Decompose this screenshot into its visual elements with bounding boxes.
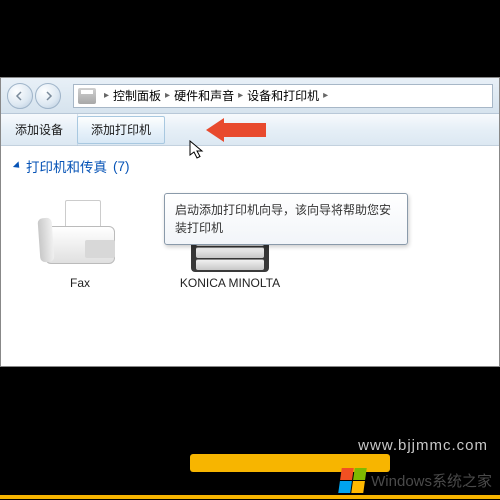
arrow-left-icon <box>14 90 26 102</box>
toolbar: 添加设备 添加打印机 <box>1 114 499 146</box>
windows-flag-icon <box>338 468 367 493</box>
breadcrumb[interactable]: ▸ 控制面板 ▸ 硬件和声音 ▸ 设备和打印机 ▸ <box>73 84 493 108</box>
forward-button[interactable] <box>35 83 61 109</box>
device-label: KONICA MINOLTA <box>175 276 285 290</box>
cursor-icon <box>189 140 207 165</box>
tooltip: 启动添加打印机向导，该向导将帮助您安装打印机 <box>164 193 408 245</box>
back-button[interactable] <box>7 83 33 109</box>
watermark-url: www.bjjmmc.com <box>358 437 488 454</box>
section-title[interactable]: 打印机和传真 (7) <box>15 156 485 176</box>
chevron-right-icon: ▸ <box>323 90 328 101</box>
watermark-logo: Windows系统之家 <box>340 468 492 493</box>
watermark-brand: Windows系统之家 <box>371 470 492 491</box>
nav-buttons <box>1 83 67 109</box>
printer-path-icon <box>78 88 96 104</box>
device-label: Fax <box>25 276 135 290</box>
device-fax[interactable]: Fax <box>25 194 135 290</box>
chevron-right-icon: ▸ <box>104 90 109 101</box>
bc-hardware-sound[interactable]: 硬件和声音 <box>174 87 234 104</box>
nav-bar: ▸ 控制面板 ▸ 硬件和声音 ▸ 设备和打印机 ▸ <box>1 78 499 114</box>
add-printer-button[interactable]: 添加打印机 <box>77 116 165 144</box>
add-device-button[interactable]: 添加设备 <box>1 114 78 146</box>
arrow-right-icon <box>42 90 54 102</box>
bc-control-panel[interactable]: 控制面板 <box>113 87 161 104</box>
chevron-right-icon: ▸ <box>165 90 170 101</box>
fax-icon <box>35 194 125 272</box>
section-count: (7) <box>113 159 130 174</box>
tooltip-text: 启动添加打印机向导，该向导将帮助您安装打印机 <box>175 203 391 235</box>
section-title-text: 打印机和传真 <box>26 156 107 176</box>
watermark-underline <box>0 495 500 499</box>
bc-devices-printers[interactable]: 设备和打印机 <box>247 87 319 104</box>
chevron-right-icon: ▸ <box>238 90 243 101</box>
expand-icon <box>13 161 22 170</box>
annotation-arrow <box>206 118 266 142</box>
section-header: 打印机和传真 (7) <box>1 146 499 180</box>
